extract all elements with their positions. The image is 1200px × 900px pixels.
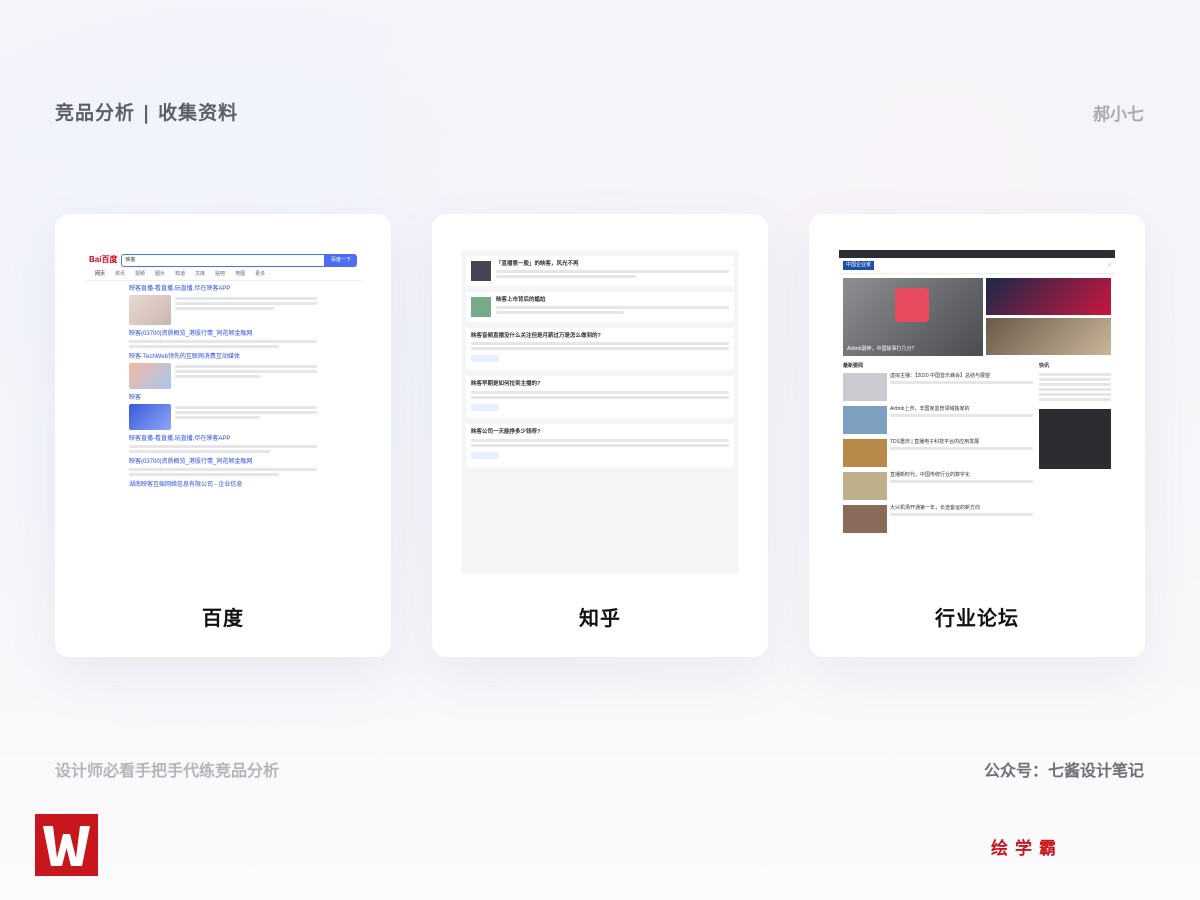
result-title[interactable]: 映客 (129, 394, 317, 402)
result-thumbnail (129, 363, 171, 390)
search-icon[interactable]: ⌕ (1108, 262, 1111, 269)
footer-account: 公众号：七酱设计笔记 (983, 761, 1144, 780)
result-thumbnail (129, 294, 171, 325)
tab-video[interactable]: 视频 (135, 271, 145, 278)
baidu-query-text: 映客 (125, 257, 136, 264)
card-label: 百度 (202, 606, 244, 630)
news-thumbnail (843, 438, 887, 467)
tab-news[interactable]: 资讯 (115, 271, 125, 278)
result-thumbnail (129, 404, 171, 431)
headline-caption: Airbnb副神，中国故事打几分? (847, 346, 915, 352)
news-title[interactable]: Airbnb上市，非国家监管领域独家的 (890, 406, 1033, 413)
tab-web[interactable]: 网页 (95, 271, 105, 278)
airbnb-logo (895, 287, 929, 322)
section-title: 最新要闻 (843, 362, 864, 369)
tab-zhidao[interactable]: 知道 (175, 271, 185, 278)
card-forum[interactable]: 中国企业家 ⌕ Airbnb副神，中国故事打几分? 最新要闻 虚拟主播：【202… (809, 214, 1145, 657)
baidu-screenshot: Bai百度 映客 百度一下 网页 资讯 视频 图片 知道 文库 贴吧 地图 更多… (85, 250, 361, 574)
news-title[interactable]: 直播新时代，中国传统行业的数字化 (890, 472, 1033, 479)
page-title: 竞品分析 | 收集资料 (55, 102, 239, 124)
side-image[interactable] (986, 277, 1111, 315)
card-label: 行业论坛 (935, 606, 1019, 630)
tab-more[interactable]: 更多 (255, 271, 265, 278)
baidu-tabs: 网页 资讯 视频 图片 知道 文库 贴吧 地图 更多 (85, 269, 361, 281)
book-cover-icon (471, 261, 491, 281)
card-label: 知乎 (579, 606, 621, 630)
result-title[interactable]: 映客(03700)资质概览_港股行情_同花顺金融网 (129, 458, 317, 466)
tab-images[interactable]: 图片 (155, 271, 165, 278)
side-image[interactable] (986, 317, 1111, 355)
baidu-search-input[interactable]: 映客 (121, 254, 325, 267)
news-thumbnail (843, 405, 887, 434)
news-title[interactable]: 虚拟主播：【2020 中国音乐峰会】总结与展望 (890, 373, 1033, 380)
tab-tieba[interactable]: 贴吧 (215, 271, 225, 278)
zhihu-item-title[interactable]: 映客公司一天能挣多少钱呀? (471, 429, 729, 436)
upvote-button[interactable] (471, 451, 499, 459)
upvote-button[interactable] (471, 403, 499, 411)
footer-tagline: 设计师必看手把手代练竞品分析 (55, 761, 280, 780)
news-title[interactable]: TDS重庆 | 直播电子科技平台的应用发展 (890, 439, 1033, 446)
news-title[interactable]: 大兴机场开通第一年，长途客运的新方向 (890, 505, 1033, 512)
book-cover-icon (471, 297, 491, 317)
result-title[interactable]: 湖南映客互娱网络信息有限公司 - 企业信息 (129, 481, 317, 489)
zhihu-item-title[interactable]: 「直播第一股」的映客，风光不再 (496, 261, 729, 268)
brand-logo-icon (35, 814, 98, 876)
result-title[interactable]: 映客-TechWeb领先的互联网消费互动媒体 (129, 353, 317, 361)
zhihu-screenshot: 「直播第一股」的映客，风光不再 映客上市背后的尴尬 映客音频直播没什么关注但是月… (462, 250, 738, 574)
forum-topbar (839, 250, 1115, 258)
headline-image[interactable]: Airbnb副神，中国故事打几分? (843, 277, 983, 356)
zhihu-item-title[interactable]: 映客早期是如何拉到主播的? (471, 381, 729, 388)
card-baidu[interactable]: Bai百度 映客 百度一下 网页 资讯 视频 图片 知道 文库 贴吧 地图 更多… (55, 214, 391, 657)
baidu-logo: Bai百度 (89, 255, 118, 265)
news-thumbnail (843, 504, 887, 533)
tab-wenku[interactable]: 文库 (195, 271, 205, 278)
section-title: 快讯 (1039, 362, 1050, 369)
upvote-button[interactable] (471, 355, 499, 363)
news-thumbnail (843, 471, 887, 500)
forum-screenshot: 中国企业家 ⌕ Airbnb副神，中国故事打几分? 最新要闻 虚拟主播：【202… (839, 250, 1115, 574)
zhihu-item-title[interactable]: 映客上市背后的尴尬 (496, 297, 729, 304)
author-name: 郝小七 (1093, 105, 1144, 125)
news-thumbnail (843, 372, 887, 401)
zhihu-item-title[interactable]: 映客音频直播没什么关注但是月薪过万是怎么做到的? (471, 333, 729, 340)
forum-logo: 中国企业家 (843, 261, 875, 270)
tab-map[interactable]: 地图 (235, 271, 245, 278)
card-zhihu[interactable]: 「直播第一股」的映客，风光不再 映客上市背后的尴尬 映客音频直播没什么关注但是月… (432, 214, 768, 657)
baidu-search-button[interactable]: 百度一下 (324, 254, 357, 267)
result-title[interactable]: 映客直播-看直播,玩直播,尽在映客APP (129, 285, 317, 293)
result-title[interactable]: 映客(03700)资质概览_港股行情_同花顺金融网 (129, 330, 317, 338)
brand-name: 绘学霸 (991, 839, 1063, 859)
result-title[interactable]: 映客直播-看直播,玩直播,尽在映客APP (129, 435, 317, 443)
sponsor-panel (1039, 408, 1111, 469)
